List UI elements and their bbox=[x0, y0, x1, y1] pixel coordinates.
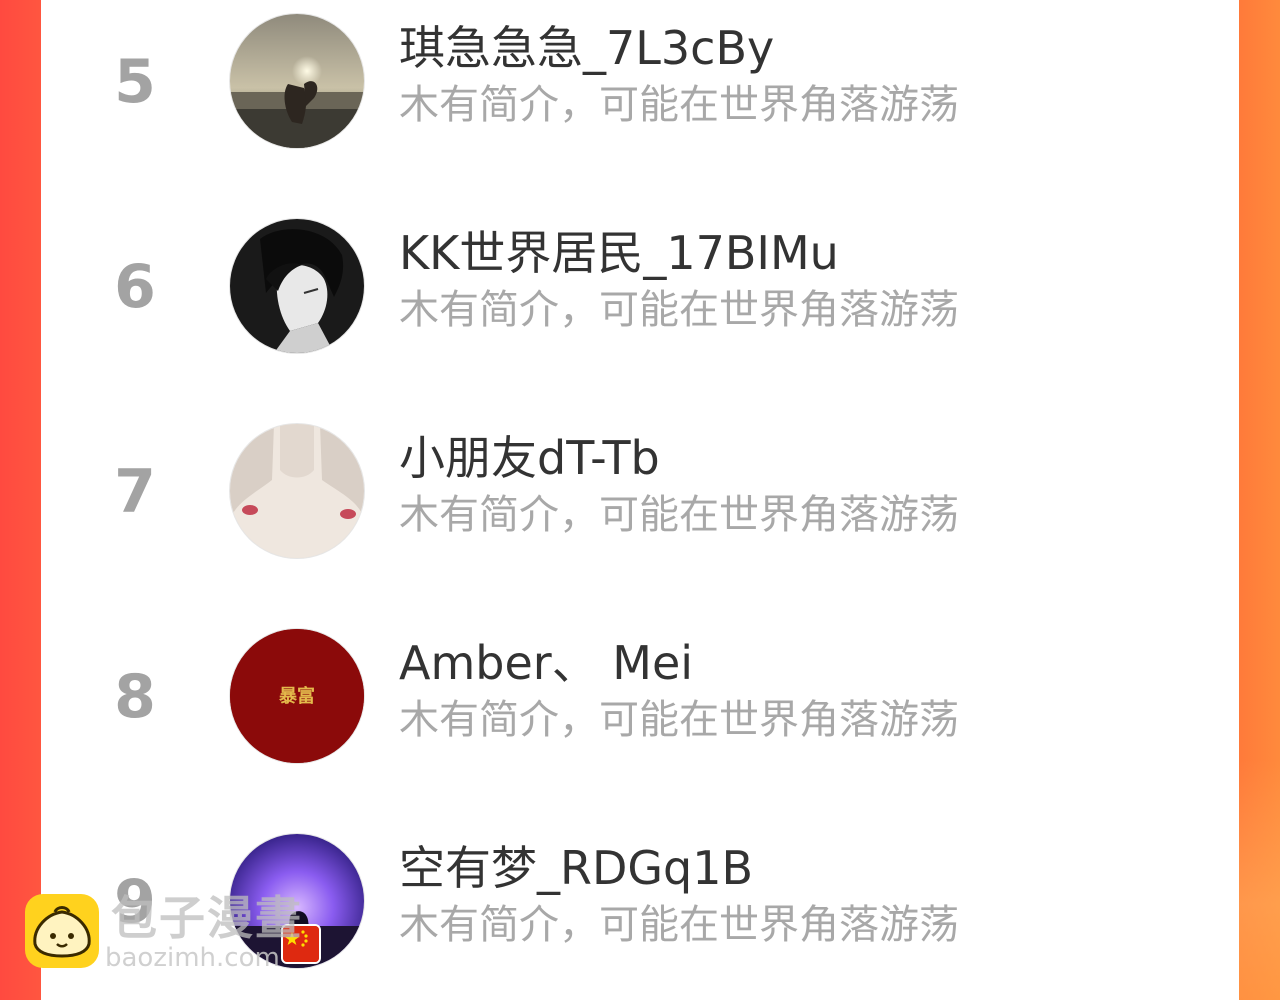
user-bio: 木有简介，可能在世界角落游荡 bbox=[399, 287, 959, 333]
ranking-row[interactable]: 6 KK世界居民_17BIMu 木有简介，可能在世界角落游荡 bbox=[41, 215, 1239, 355]
anime-boy-avatar-image bbox=[230, 219, 364, 353]
user-avatar[interactable]: 暴富 bbox=[230, 629, 364, 763]
user-bio: 木有简介，可能在世界角落游荡 bbox=[399, 492, 959, 538]
user-name[interactable]: KK世界居民_17BIMu bbox=[399, 227, 839, 279]
user-name[interactable]: 琪急急急_7L3cBy bbox=[399, 22, 774, 74]
user-avatar[interactable] bbox=[230, 219, 364, 353]
site-watermark: 包子漫畫 baozimh.com bbox=[25, 892, 325, 972]
rank-number: 8 bbox=[114, 662, 156, 732]
rank-number: 7 bbox=[114, 457, 156, 527]
statue-avatar-image bbox=[230, 424, 364, 558]
bun-logo-icon bbox=[25, 894, 99, 968]
rank-number: 6 bbox=[114, 252, 156, 322]
avatar-text: 暴富 bbox=[279, 685, 315, 707]
user-bio: 木有简介，可能在世界角落游荡 bbox=[399, 902, 959, 948]
right-side-decoration bbox=[1239, 760, 1280, 1000]
ranking-row[interactable]: 7 小朋友dT-Tb 木有简介，可能在世界角落游荡 bbox=[41, 420, 1239, 560]
user-avatar[interactable] bbox=[230, 424, 364, 558]
sunset-avatar-image bbox=[230, 14, 364, 148]
ranking-list: 5 琪急急急_7L3cBy 木有简介，可能在世界角落游荡 6 KK世界居民_17… bbox=[41, 0, 1239, 1000]
ranking-row[interactable]: 8 暴富 Amber、 Mei 木有简介，可能在世界角落游荡 bbox=[41, 625, 1239, 765]
user-bio: 木有简介，可能在世界角落游荡 bbox=[399, 697, 959, 743]
user-avatar[interactable] bbox=[230, 14, 364, 148]
user-bio: 木有简介，可能在世界角落游荡 bbox=[399, 82, 959, 128]
ranking-row[interactable]: 5 琪急急急_7L3cBy 木有简介，可能在世界角落游荡 bbox=[41, 10, 1239, 150]
watermark-url: baozimh.com bbox=[105, 943, 280, 973]
user-name[interactable]: 小朋友dT-Tb bbox=[399, 432, 660, 484]
user-name[interactable]: Amber、 Mei bbox=[399, 637, 693, 689]
rank-number: 5 bbox=[114, 47, 156, 117]
watermark-title: 包子漫畫 bbox=[111, 891, 303, 945]
fortune-avatar-image: 暴富 bbox=[230, 629, 364, 763]
user-name[interactable]: 空有梦_RDGq1B bbox=[399, 842, 753, 894]
